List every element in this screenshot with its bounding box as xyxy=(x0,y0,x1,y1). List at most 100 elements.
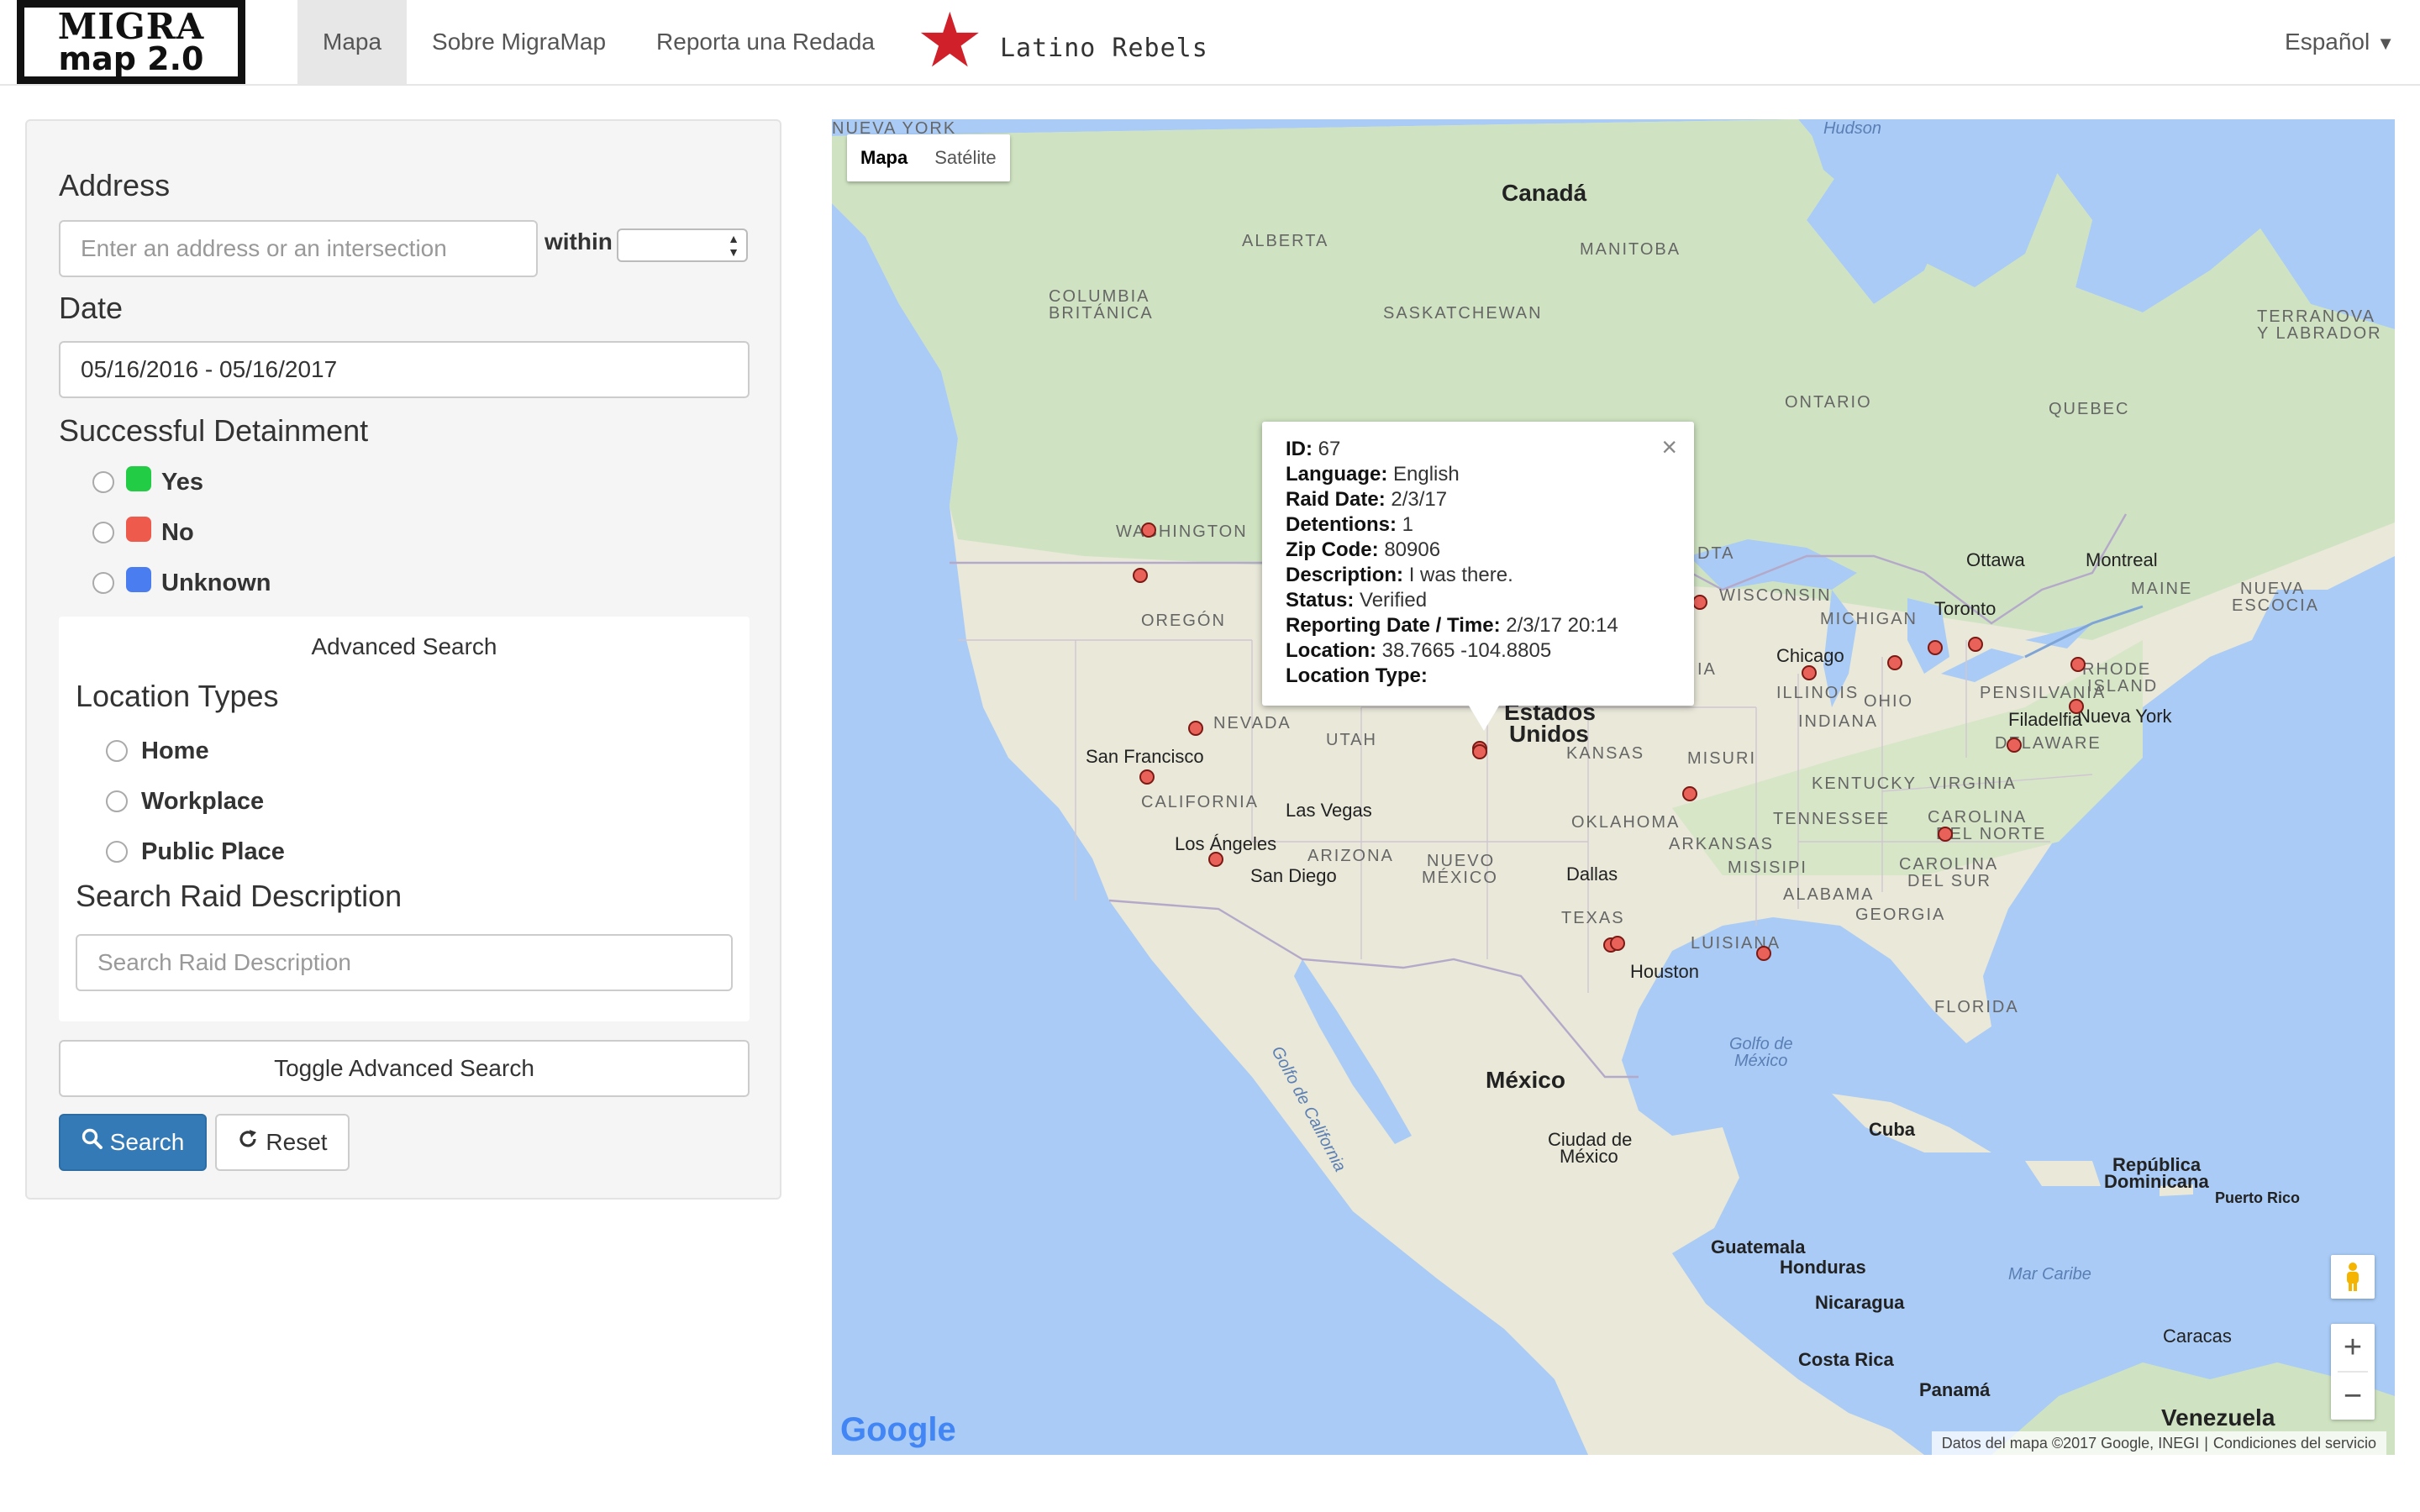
nav-item-sobre[interactable]: Sobre MigraMap xyxy=(407,0,631,84)
map-label-estados-2: Unidos xyxy=(1509,721,1589,747)
map-label-rhode-2: ISLAND xyxy=(2087,677,2159,696)
logo-frame: MIGRA map 2.0 xyxy=(22,5,240,79)
map-label-kentucky: KENTUCKY xyxy=(1812,774,1917,793)
map-label-texas: TEXAS xyxy=(1561,909,1625,927)
pegman-street-view-icon[interactable] xyxy=(2331,1255,2375,1299)
raid-marker[interactable] xyxy=(1968,637,1983,652)
raid-marker[interactable] xyxy=(1188,721,1203,736)
map-label-canada: Canadá xyxy=(1502,180,1587,206)
close-icon[interactable]: × xyxy=(1661,433,1677,460)
radio-home[interactable] xyxy=(106,740,128,762)
raid-marker[interactable] xyxy=(1139,769,1155,785)
search-button[interactable]: Search xyxy=(59,1114,207,1171)
terms-link[interactable]: Condiciones del servicio xyxy=(2213,1435,2376,1452)
location-types-label: Location Types xyxy=(76,679,279,713)
map-label-mexico: México xyxy=(1486,1067,1565,1093)
map-label-misisipi: MISISIPI xyxy=(1728,858,1807,877)
raid-marker[interactable] xyxy=(1208,852,1223,867)
migramap-logo[interactable]: MIGRA map 2.0 xyxy=(17,0,245,84)
info-value: 2/3/17 20:14 xyxy=(1506,614,1618,637)
map-label-washington: WASHINGTON xyxy=(1116,522,1248,541)
map-label-virginia: VIRGINIA xyxy=(1929,774,2017,793)
google-logo[interactable]: Google xyxy=(840,1411,956,1449)
raid-marker[interactable] xyxy=(1756,946,1771,961)
info-key: ID: xyxy=(1286,438,1313,460)
latino-rebels-logo[interactable]: ★ Latino Rebels xyxy=(916,3,1218,81)
nav-item-reporta[interactable]: Reporta una Redada xyxy=(631,0,900,84)
map-type-control: Mapa Satélite xyxy=(847,134,1010,181)
raid-marker[interactable] xyxy=(1938,827,1953,842)
map-label-saskatchewan: SASKATCHEWAN xyxy=(1383,304,1543,323)
radio-no[interactable] xyxy=(92,522,114,543)
map-label-nuevo-mexico-2: MÉXICO xyxy=(1422,869,1498,887)
map-label-nicaragua: Nicaragua xyxy=(1815,1292,1905,1313)
raid-marker[interactable] xyxy=(2070,657,2086,672)
nav-menu: Mapa Sobre MigraMap Reporta una Redada xyxy=(297,0,900,84)
radio-public-place[interactable] xyxy=(106,841,128,863)
map-label-honduras: Honduras xyxy=(1780,1257,1866,1278)
within-select[interactable]: ▲ ▼ xyxy=(617,228,748,262)
info-key: Description: xyxy=(1286,564,1404,586)
address-label: Address xyxy=(59,168,171,202)
map-label-rep-dom-2: Dominicana xyxy=(2104,1171,2209,1192)
map-label-cdmx-2: México xyxy=(1560,1146,1618,1167)
radio-unknown[interactable] xyxy=(92,572,114,594)
reset-button[interactable]: Reset xyxy=(215,1114,350,1171)
refresh-icon xyxy=(237,1128,259,1157)
map-label-puerto-rico: Puerto Rico xyxy=(2215,1189,2301,1206)
radio-yes[interactable] xyxy=(92,471,114,493)
info-key: Status: xyxy=(1286,589,1355,612)
logo-bottom-text: map 2.0 xyxy=(58,40,204,77)
map-label-quebec: QUEBEC xyxy=(2049,400,2130,418)
address-input[interactable]: Enter an address or an intersection xyxy=(59,220,538,277)
raid-marker[interactable] xyxy=(1887,655,1902,670)
raid-marker[interactable] xyxy=(1928,640,1943,655)
top-navbar: MIGRA map 2.0 Mapa Sobre MigraMap Report… xyxy=(0,0,2420,86)
location-type-home[interactable]: Home xyxy=(106,734,209,768)
location-type-public[interactable]: Public Place xyxy=(106,835,285,869)
raid-marker[interactable] xyxy=(2007,738,2022,753)
map-label-wisconsin: WISCONSIN xyxy=(1719,586,1832,605)
detainment-option-yes[interactable]: Yes xyxy=(92,465,203,499)
raid-marker[interactable] xyxy=(1133,568,1148,583)
nav-item-mapa[interactable]: Mapa xyxy=(297,0,408,84)
unknown-label: Unknown xyxy=(161,569,271,596)
map-label-tennessee: TENNESSEE xyxy=(1773,810,1891,828)
raid-marker[interactable] xyxy=(1692,595,1707,610)
search-icon xyxy=(82,1128,103,1157)
date-range-input[interactable]: 05/16/2016 - 05/16/2017 xyxy=(59,341,750,398)
toggle-advanced-search-button[interactable]: Toggle Advanced Search xyxy=(59,1040,750,1097)
map-label-dallas: Dallas xyxy=(1566,864,1618,885)
raid-marker[interactable] xyxy=(1141,522,1156,538)
detainment-option-no[interactable]: No xyxy=(92,516,194,549)
detainment-option-unknown[interactable]: Unknown xyxy=(92,566,271,600)
info-value: 67 xyxy=(1318,438,1341,460)
info-value: I was there. xyxy=(1408,564,1513,586)
raid-marker[interactable] xyxy=(1682,786,1697,801)
red-swatch xyxy=(126,517,151,542)
map-type-mapa[interactable]: Mapa xyxy=(847,134,921,181)
logo-top-text: MIGRA xyxy=(57,6,205,47)
search-sidebar: Address Enter an address or an intersect… xyxy=(25,119,781,1200)
info-row-zip: Zip Code: 80906 xyxy=(1286,538,1694,563)
location-type-workplace[interactable]: Workplace xyxy=(106,785,264,818)
map-label-illinois: ILLINOIS xyxy=(1776,684,1860,702)
map-label-san-francisco: San Francisco xyxy=(1086,746,1204,767)
raid-marker[interactable] xyxy=(1610,936,1625,951)
map-label-dakota: DTA xyxy=(1697,544,1735,563)
map-type-satelite[interactable]: Satélite xyxy=(921,134,1009,181)
zoom-in-button[interactable]: + xyxy=(2331,1324,2375,1371)
language-dropdown[interactable]: Español ▼ xyxy=(2285,0,2395,84)
no-label: No xyxy=(161,518,194,546)
raid-marker[interactable] xyxy=(1802,665,1817,680)
google-map[interactable]: Mapa Satélite Hudson Canadá ALBERTA MANI… xyxy=(832,119,2395,1455)
info-key: Detentions: xyxy=(1286,513,1397,536)
info-row-detentions: Detentions: 1 xyxy=(1286,512,1694,538)
raid-description-input[interactable]: Search Raid Description xyxy=(76,934,733,991)
zoom-out-button[interactable]: − xyxy=(2331,1373,2375,1420)
selected-raid-marker[interactable] xyxy=(1472,744,1487,759)
radio-workplace[interactable] xyxy=(106,790,128,812)
map-label-alberta: ALBERTA xyxy=(1242,232,1329,250)
raid-marker[interactable] xyxy=(2069,699,2084,714)
map-label-nevada: NEVADA xyxy=(1213,714,1292,732)
